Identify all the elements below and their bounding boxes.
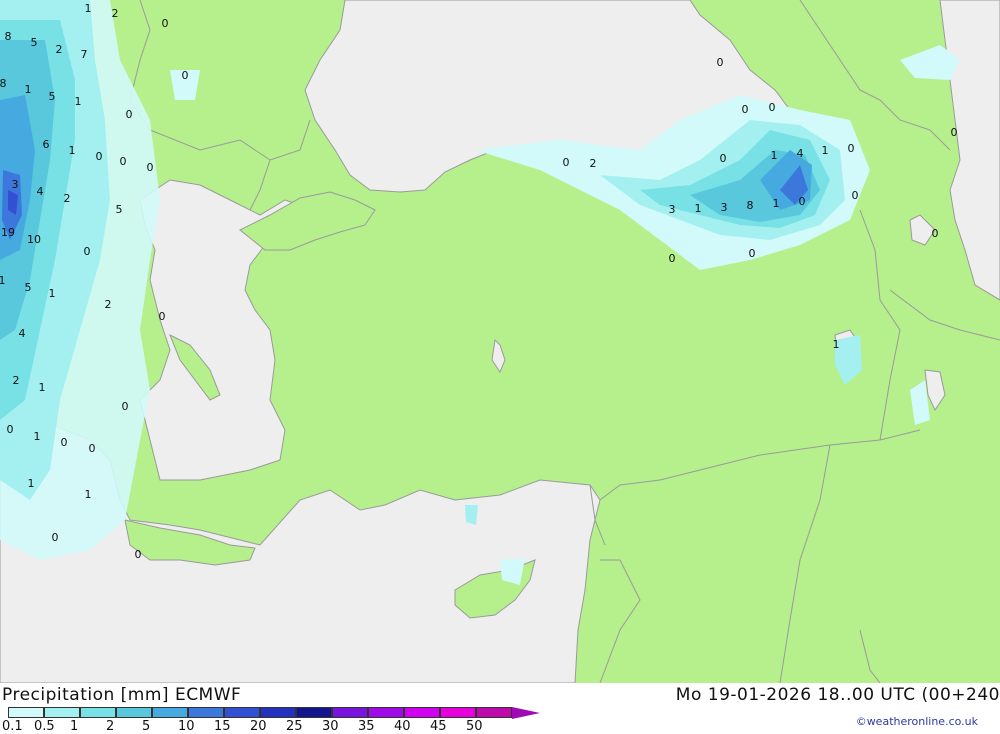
legend-swatch [224,707,260,718]
precip-value-label: 0 [7,423,14,436]
precip-value-label: 10 [27,233,41,246]
precip-value-label: 6 [43,138,50,151]
precip-value-label: 1 [69,144,76,157]
legend-swatch [332,707,368,718]
precip-value-label: 0 [84,245,91,258]
precip-value-label: 1 [0,274,6,287]
precip-value-label: 1 [39,381,46,394]
precip-value-label: 0 [669,252,676,265]
precip-value-label: 5 [116,203,123,216]
precip-value-label: 4 [797,147,804,160]
legend-label: 35 [358,719,375,734]
legend-label: 0.5 [34,719,55,734]
precip-value-label: 1 [34,430,41,443]
precip-value-label: 0 [122,400,129,413]
precip-value-label: 2 [64,192,71,205]
precip-value-label: 8 [747,199,754,212]
legend-label: 20 [250,719,267,734]
legend-label: 30 [322,719,339,734]
legend-label: 5 [142,719,151,734]
legend-swatch [80,707,116,718]
legend-swatch [476,707,512,718]
precip-value-label: 3 [12,178,19,191]
precip-value-label: 1 [695,202,702,215]
legend-arrow [512,707,540,719]
credit-link[interactable]: ©weatheronline.co.uk [856,715,978,728]
legend-label: 50 [466,719,483,734]
legend-label: 40 [394,719,411,734]
legend-label: 10 [178,719,195,734]
precip-value-label: 0 [742,103,749,116]
precip-value-label: 0 [147,161,154,174]
precip-value-label: 2 [112,7,119,20]
precip-value-label: 0 [126,108,133,121]
precip-value-label: 19 [1,226,15,239]
precip-value-label: 7 [81,48,88,61]
precip-value-label: 0 [96,150,103,163]
legend-swatch [152,707,188,718]
precip-value-label: 0 [162,17,169,30]
legend-label: 25 [286,719,303,734]
precip-value-label: 1 [85,2,92,15]
legend-swatch [368,707,404,718]
precip-value-label: 1 [771,149,778,162]
legend-label: 45 [430,719,447,734]
legend-swatch [404,707,440,718]
legend-swatch [188,707,224,718]
precip-value-label: 2 [13,374,20,387]
precip-value-label: 0 [720,152,727,165]
map-title: Precipitation [mm] ECMWF [2,685,242,705]
precip-value-label: 0 [951,126,958,139]
precip-value-label: 1 [49,287,56,300]
precip-value-label: 4 [19,327,26,340]
legend-label: 15 [214,719,231,734]
legend-swatch [296,707,332,718]
legend-label: 1 [70,719,79,734]
legend-swatch [44,707,80,718]
precip-value-label: 0 [932,227,939,240]
precip-value-label: 3 [721,201,728,214]
precip-value-label: 0 [120,155,127,168]
precip-value-label: 8 [0,77,7,90]
precip-value-label: 1 [85,488,92,501]
legend-swatch [8,707,44,718]
precip-value-label: 0 [52,531,59,544]
precip-value-label: 2 [590,157,597,170]
precip-value-label: 1 [28,477,35,490]
precip-value-label: 3 [669,203,676,216]
precip-value-label: 0 [852,189,859,202]
legend-label: 0.1 [2,719,23,734]
precip-value-label: 1 [822,144,829,157]
precip-value-label: 0 [61,436,68,449]
precip-value-label: 0 [135,548,142,561]
precipitation-map: 1 208 52 78 15 1006 1 0 0 034251910015 120421001 0 0… [0,0,1000,683]
precip-value-label: 0 [89,442,96,455]
precip-value-label: 0 [717,56,724,69]
precip-value-label: 0 [563,156,570,169]
legend-label: 2 [106,719,115,734]
precip-value-label: 5 [31,36,38,49]
precip-value-label: 0 [769,101,776,114]
precip-value-label: 1 [833,338,840,351]
precip-value-label: 0 [182,69,189,82]
precip-value-label: 0 [799,195,806,208]
legend-swatch [260,707,296,718]
precip-value-label: 5 [25,281,32,294]
forecast-datetime: Mo 19-01-2026 18..00 UTC (00+240 [675,685,1000,705]
precip-value-label: 2 [105,298,112,311]
precip-coast-patch [465,505,478,525]
precip-value-label: 1 [773,197,780,210]
precip-value-label: 0 [749,247,756,260]
legend-swatch [440,707,476,718]
precip-value-label: 0 [848,142,855,155]
legend-swatch [116,707,152,718]
precip-value-label: 1 [75,95,82,108]
precip-value-label: 4 [37,185,44,198]
precip-value-label: 1 [25,83,32,96]
precip-value-label: 8 [5,30,12,43]
precip-value-label: 5 [49,90,56,103]
footer-bar: Precipitation [mm] ECMWF Mo 19-01-2026 1… [0,683,1000,734]
precip-value-label: 2 [56,43,63,56]
precip-value-label: 0 [159,310,166,323]
